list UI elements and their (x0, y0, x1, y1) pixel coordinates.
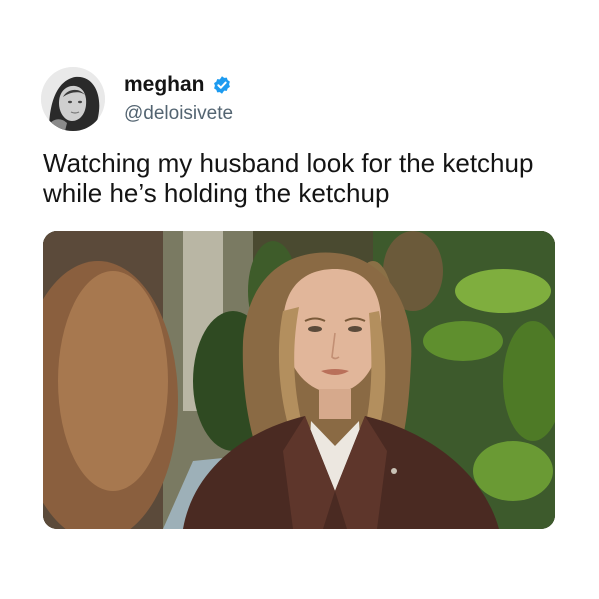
author-name-row[interactable]: meghan (124, 73, 232, 97)
tweet-media-photo[interactable] (43, 231, 555, 529)
tweet-text-line: Watching my husband look for the ketchup (43, 148, 534, 178)
tweet-card: meghan @deloisivete Watching my husband … (0, 0, 599, 599)
avatar[interactable] (41, 67, 105, 131)
author-display-name[interactable]: meghan (124, 73, 205, 97)
avatar-photo-icon (41, 67, 105, 131)
photo-still-icon (43, 231, 555, 529)
tweet-text: Watching my husband look for the ketchup… (43, 148, 573, 208)
verified-badge-icon (213, 76, 230, 94)
author-handle[interactable]: @deloisivete (124, 103, 233, 125)
tweet-text-line: while he’s holding the ketchup (43, 178, 390, 208)
